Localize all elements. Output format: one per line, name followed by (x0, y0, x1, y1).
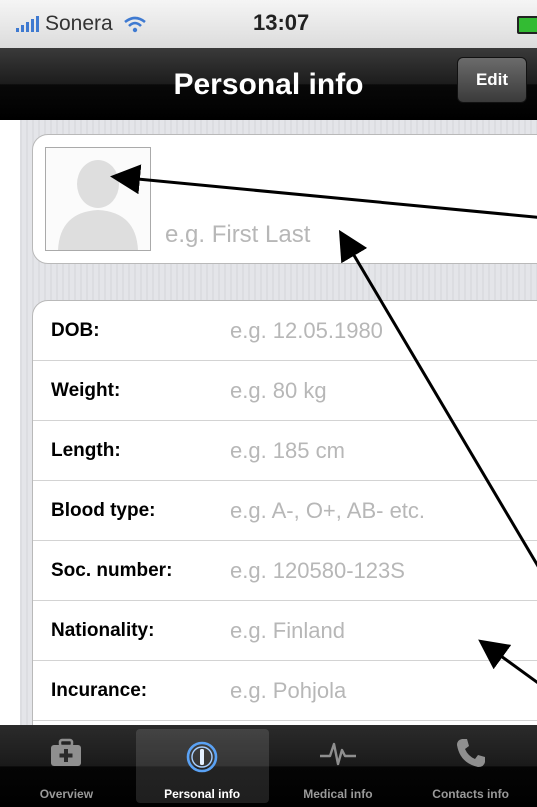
field-input[interactable]: e.g. A-, O+, AB- etc. (230, 498, 425, 524)
tab-personal-info[interactable]: Personal info (135, 729, 269, 803)
tab-label: Overview (39, 787, 94, 801)
field-input[interactable]: e.g. Finland (230, 618, 345, 644)
personal-info-content: e.g. First Last DOB: e.g. 12.05.1980 Wei… (20, 120, 537, 725)
person-silhouette-icon (58, 160, 138, 250)
field-label: Incurance: (51, 680, 148, 701)
first-aid-kit-icon (46, 735, 86, 771)
tab-bar: Overview Personal info Medical info Cont… (0, 725, 537, 807)
field-label: Soc. number: (51, 560, 173, 581)
wifi-icon (123, 16, 146, 33)
app-screen: Sonera 13:07 Personal info Edit e.g. Fir… (0, 0, 537, 807)
field-label: DOB: (51, 320, 100, 341)
phone-icon (451, 735, 491, 771)
name-card: e.g. First Last (32, 134, 537, 264)
field-row-nationality[interactable]: Nationality: e.g. Finland (33, 601, 537, 661)
tab-contacts-info[interactable]: Contacts info (404, 725, 537, 807)
tab-label: Contacts info (432, 787, 509, 801)
tab-medical-info[interactable]: Medical info (272, 725, 405, 807)
carrier-name: Sonera (45, 12, 113, 35)
edit-button[interactable]: Edit (457, 57, 527, 103)
tab-label: Personal info (164, 787, 241, 801)
field-label: Blood type: (51, 500, 156, 521)
personal-fields-list: DOB: e.g. 12.05.1980 Weight: e.g. 80 kg … (32, 300, 537, 725)
photo-picker[interactable] (45, 147, 151, 251)
field-row-insurance[interactable]: Incurance: e.g. Pohjola (33, 661, 537, 721)
field-row-blood-type[interactable]: Blood type: e.g. A-, O+, AB- etc. (33, 481, 537, 541)
info-icon (182, 739, 222, 775)
signal-bars-icon (16, 16, 39, 32)
field-row-soc-number[interactable]: Soc. number: e.g. 120580-123S (33, 541, 537, 601)
status-bar: Sonera 13:07 (0, 0, 537, 49)
tab-label: Medical info (303, 787, 373, 801)
field-label: Length: (51, 440, 121, 461)
field-label: Weight: (51, 380, 121, 401)
status-time: 13:07 (253, 10, 310, 35)
field-input[interactable]: e.g. Pohjola (230, 678, 346, 704)
field-input[interactable]: e.g. 185 cm (230, 438, 345, 464)
field-input[interactable]: e.g. 12.05.1980 (230, 318, 383, 344)
heartbeat-icon (318, 735, 358, 771)
field-input[interactable]: e.g. 120580-123S (230, 558, 405, 584)
field-label: Nationality: (51, 620, 155, 641)
name-input[interactable]: e.g. First Last (165, 221, 310, 249)
field-input[interactable]: e.g. 80 kg (230, 378, 327, 404)
field-row-dob[interactable]: DOB: e.g. 12.05.1980 (33, 301, 537, 361)
tab-overview[interactable]: Overview (0, 725, 133, 807)
battery-charging-icon (517, 16, 537, 34)
field-row-weight[interactable]: Weight: e.g. 80 kg (33, 361, 537, 421)
carrier-indicator: Sonera (16, 10, 147, 38)
field-row-length[interactable]: Length: e.g. 185 cm (33, 421, 537, 481)
